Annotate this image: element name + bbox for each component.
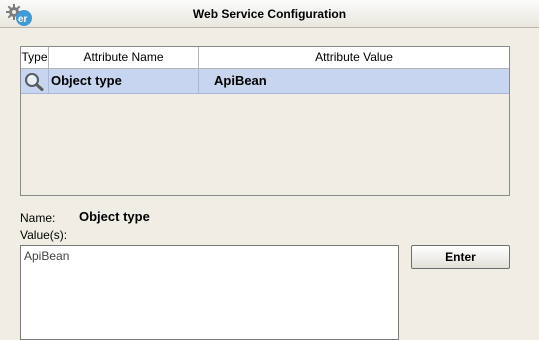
title-bar: er Web Service Configuration [0, 0, 539, 28]
name-label: Name: [20, 211, 56, 225]
window-title: Web Service Configuration [192, 7, 347, 21]
column-header-attribute-value[interactable]: Attribute Value [199, 47, 509, 68]
type-cell [21, 69, 49, 93]
enter-button[interactable]: Enter [411, 245, 510, 269]
table-header: Type Attribute Name Attribute Value [21, 47, 509, 69]
name-value: Object type [79, 209, 150, 224]
attribute-name-cell: Object type [49, 69, 199, 93]
attribute-table[interactable]: Type Attribute Name Attribute Value Obje… [20, 46, 510, 196]
attribute-value-cell: ApiBean [214, 73, 267, 88]
table-row[interactable]: Object type ApiBean [21, 69, 509, 94]
column-header-attribute-name[interactable]: Attribute Name [49, 47, 199, 68]
values-textarea[interactable]: ApiBean [20, 245, 399, 340]
column-header-type[interactable]: Type [21, 47, 49, 68]
values-label: Value(s): [20, 228, 68, 242]
magnifier-icon [25, 73, 44, 91]
